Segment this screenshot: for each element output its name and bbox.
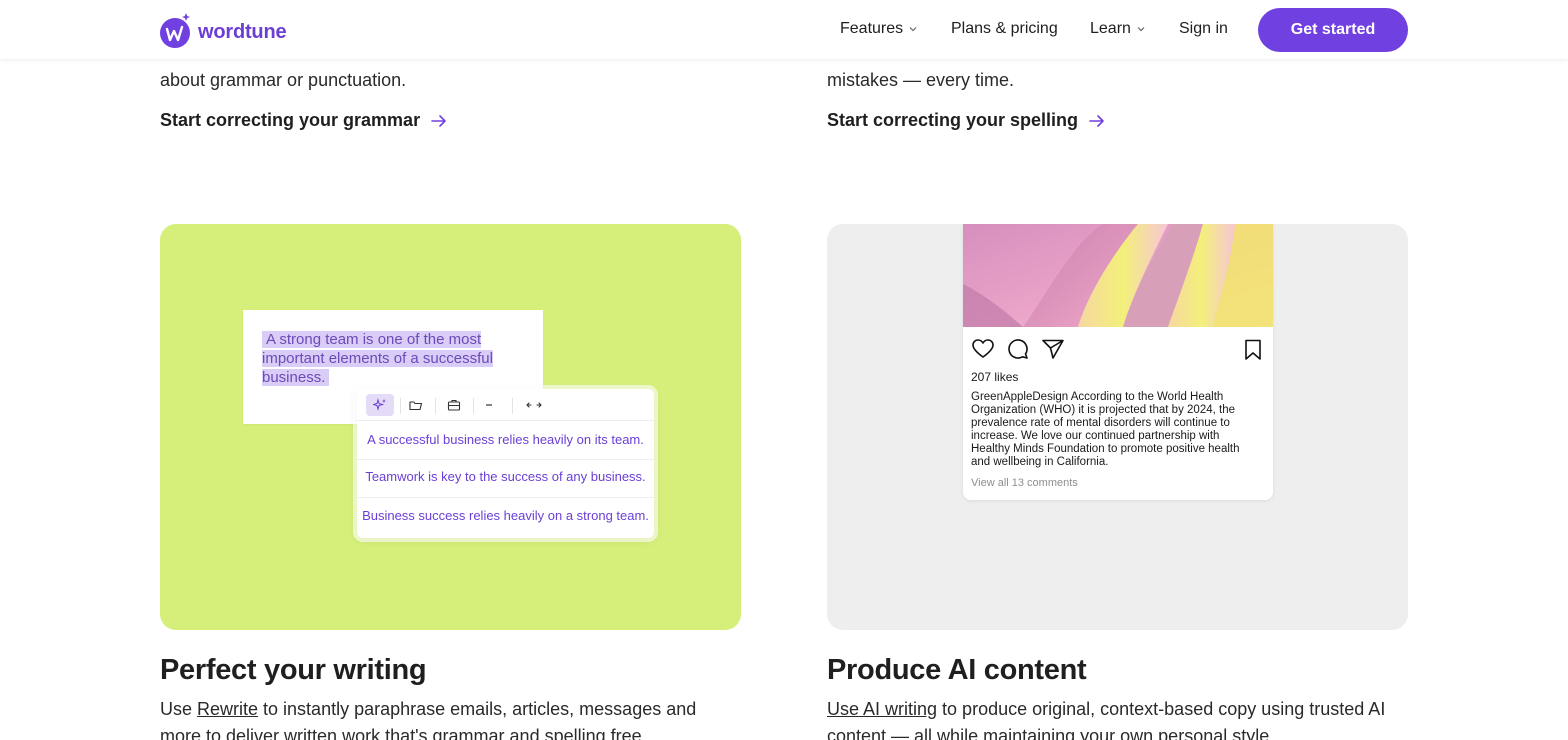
share-icon[interactable] bbox=[1042, 339, 1064, 359]
suggestion-divider bbox=[357, 497, 654, 498]
bookmark-icon[interactable] bbox=[1243, 339, 1263, 361]
comment-icon[interactable] bbox=[1007, 339, 1029, 359]
section-desc-writing: Use Rewrite to instantly paraphrase emai… bbox=[160, 696, 730, 740]
highlighted-sentence: A strong team is one of the most importa… bbox=[262, 331, 493, 386]
view-comments-link[interactable]: View all 13 comments bbox=[971, 477, 1078, 489]
social-post-mockup: 207 likes GreenAppleDesign According to … bbox=[963, 224, 1273, 500]
suggestion-divider bbox=[357, 459, 654, 460]
get-started-button[interactable]: Get started bbox=[1258, 8, 1408, 52]
toolbar-divider bbox=[473, 398, 474, 414]
nav-signin[interactable]: Sign in bbox=[1179, 20, 1228, 38]
likes-count: 207 likes bbox=[971, 370, 1019, 384]
post-caption: GreenAppleDesign According to the World … bbox=[971, 391, 1261, 469]
nav-signin-label: Sign in bbox=[1179, 20, 1228, 37]
rewrite-link[interactable]: Rewrite bbox=[197, 699, 258, 719]
shorten-icon[interactable] bbox=[475, 394, 503, 416]
nav-plans-label: Plans & pricing bbox=[951, 20, 1058, 37]
rewrite-toolbar bbox=[357, 389, 654, 421]
arrow-right-icon bbox=[1089, 114, 1104, 127]
suggestion-item[interactable]: Business success relies heavily on a str… bbox=[357, 508, 654, 523]
toolbar-divider bbox=[512, 398, 513, 414]
nav-features-label: Features bbox=[840, 20, 904, 37]
ai-content-demo-card: 207 likes GreenAppleDesign According to … bbox=[827, 224, 1408, 630]
arrow-right-icon bbox=[431, 114, 446, 127]
suggestion-item[interactable]: A successful business relies heavily on … bbox=[357, 432, 654, 447]
toolbar-divider bbox=[400, 398, 401, 414]
spelling-link-label: Start correcting your spelling bbox=[827, 110, 1079, 130]
suggestion-item[interactable]: Teamwork is key to the success of any bu… bbox=[357, 469, 654, 484]
section-title-ai: Produce AI content bbox=[827, 654, 1087, 686]
selected-text: A strong team is one of the most importa… bbox=[262, 330, 522, 387]
toolbar-divider bbox=[435, 398, 436, 414]
rewrite-demo-card: A strong team is one of the most importa… bbox=[160, 224, 741, 630]
wordtune-logo-icon bbox=[160, 13, 190, 48]
section-title-writing: Perfect your writing bbox=[160, 654, 427, 686]
section-desc-ai: Use AI writing to produce original, cont… bbox=[827, 696, 1402, 740]
post-image bbox=[963, 224, 1273, 327]
grammar-link-label: Start correcting your grammar bbox=[160, 110, 421, 130]
post-username[interactable]: GreenAppleDesign bbox=[971, 391, 1068, 403]
wordtune-logo[interactable]: wordtune bbox=[160, 11, 287, 49]
grammar-link[interactable]: Start correcting your grammar bbox=[160, 110, 448, 131]
chevron-down-icon bbox=[1137, 27, 1145, 32]
nav-learn[interactable]: Learn bbox=[1090, 20, 1145, 38]
expand-icon[interactable] bbox=[520, 394, 548, 416]
writing-prefix: Use bbox=[160, 699, 198, 719]
ai-writing-link[interactable]: Use AI writing bbox=[827, 699, 937, 719]
nav-features[interactable]: Features bbox=[840, 20, 917, 38]
site-header: wordtune Features Plans & pricing Learn … bbox=[0, 0, 1568, 59]
grammar-description-tail: about grammar or punctuation. bbox=[160, 70, 407, 90]
casual-icon[interactable] bbox=[402, 394, 430, 416]
sparkle-icon[interactable] bbox=[366, 394, 394, 416]
spelling-description-tail: mistakes — every time. bbox=[827, 70, 1015, 90]
nav-learn-label: Learn bbox=[1090, 20, 1131, 37]
logo-text: wordtune bbox=[198, 20, 287, 43]
heart-icon[interactable] bbox=[972, 339, 994, 359]
spelling-link[interactable]: Start correcting your spelling bbox=[827, 110, 1106, 131]
nav-plans[interactable]: Plans & pricing bbox=[951, 20, 1058, 38]
chevron-down-icon bbox=[909, 27, 917, 32]
formal-icon[interactable] bbox=[440, 394, 468, 416]
rewrite-suggestions-popup: A successful business relies heavily on … bbox=[357, 389, 654, 538]
